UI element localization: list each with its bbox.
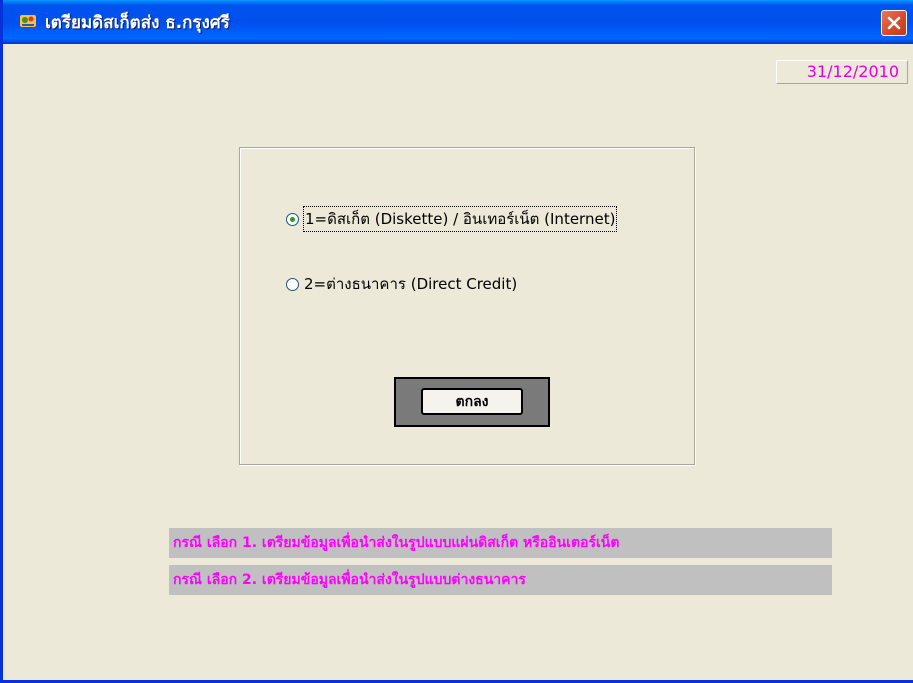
info-option-2: กรณี เลือก 2. เตรียมข้อมูลเพื่อนำส่งในรู…	[169, 565, 832, 595]
window-title: เตรียมดิสเก็ตส่ง ธ.กรุงศรี	[45, 13, 230, 33]
ok-button-frame: ตกลง	[394, 377, 550, 427]
radio-button-checked[interactable]	[286, 212, 299, 226]
date-display: 31/12/2010	[776, 60, 908, 84]
radio-button-unchecked[interactable]	[286, 277, 299, 291]
close-button[interactable]	[881, 10, 907, 36]
info-option-1: กรณี เลือก 1. เตรียมข้อมูลเพื่อนำส่งในรู…	[169, 528, 832, 558]
option-diskette-label[interactable]: 1=ดิสเก็ต (Diskette) / อินเทอร์เน็ต (Int…	[303, 206, 618, 232]
option-direct-credit-label[interactable]: 2=ต่างธนาคาร (Direct Credit)	[303, 272, 518, 296]
client-area: 31/12/2010 1=ดิสเก็ต (Diskette) / อินเทอ…	[6, 44, 913, 680]
option-direct-credit-radio[interactable]: 2=ต่างธนาคาร (Direct Credit)	[286, 272, 518, 296]
radio-selected-dot	[290, 216, 295, 222]
dialog-window: เตรียมดิสเก็ตส่ง ธ.กรุงศรี 31/12/2010 1=…	[0, 0, 913, 683]
title-bar[interactable]: เตรียมดิสเก็ตส่ง ธ.กรุงศรี	[3, 0, 913, 44]
close-icon	[887, 16, 901, 30]
app-icon	[19, 12, 37, 30]
ok-button[interactable]: ตกลง	[421, 388, 523, 415]
option-diskette-radio[interactable]: 1=ดิสเก็ต (Diskette) / อินเทอร์เน็ต (Int…	[286, 206, 618, 232]
